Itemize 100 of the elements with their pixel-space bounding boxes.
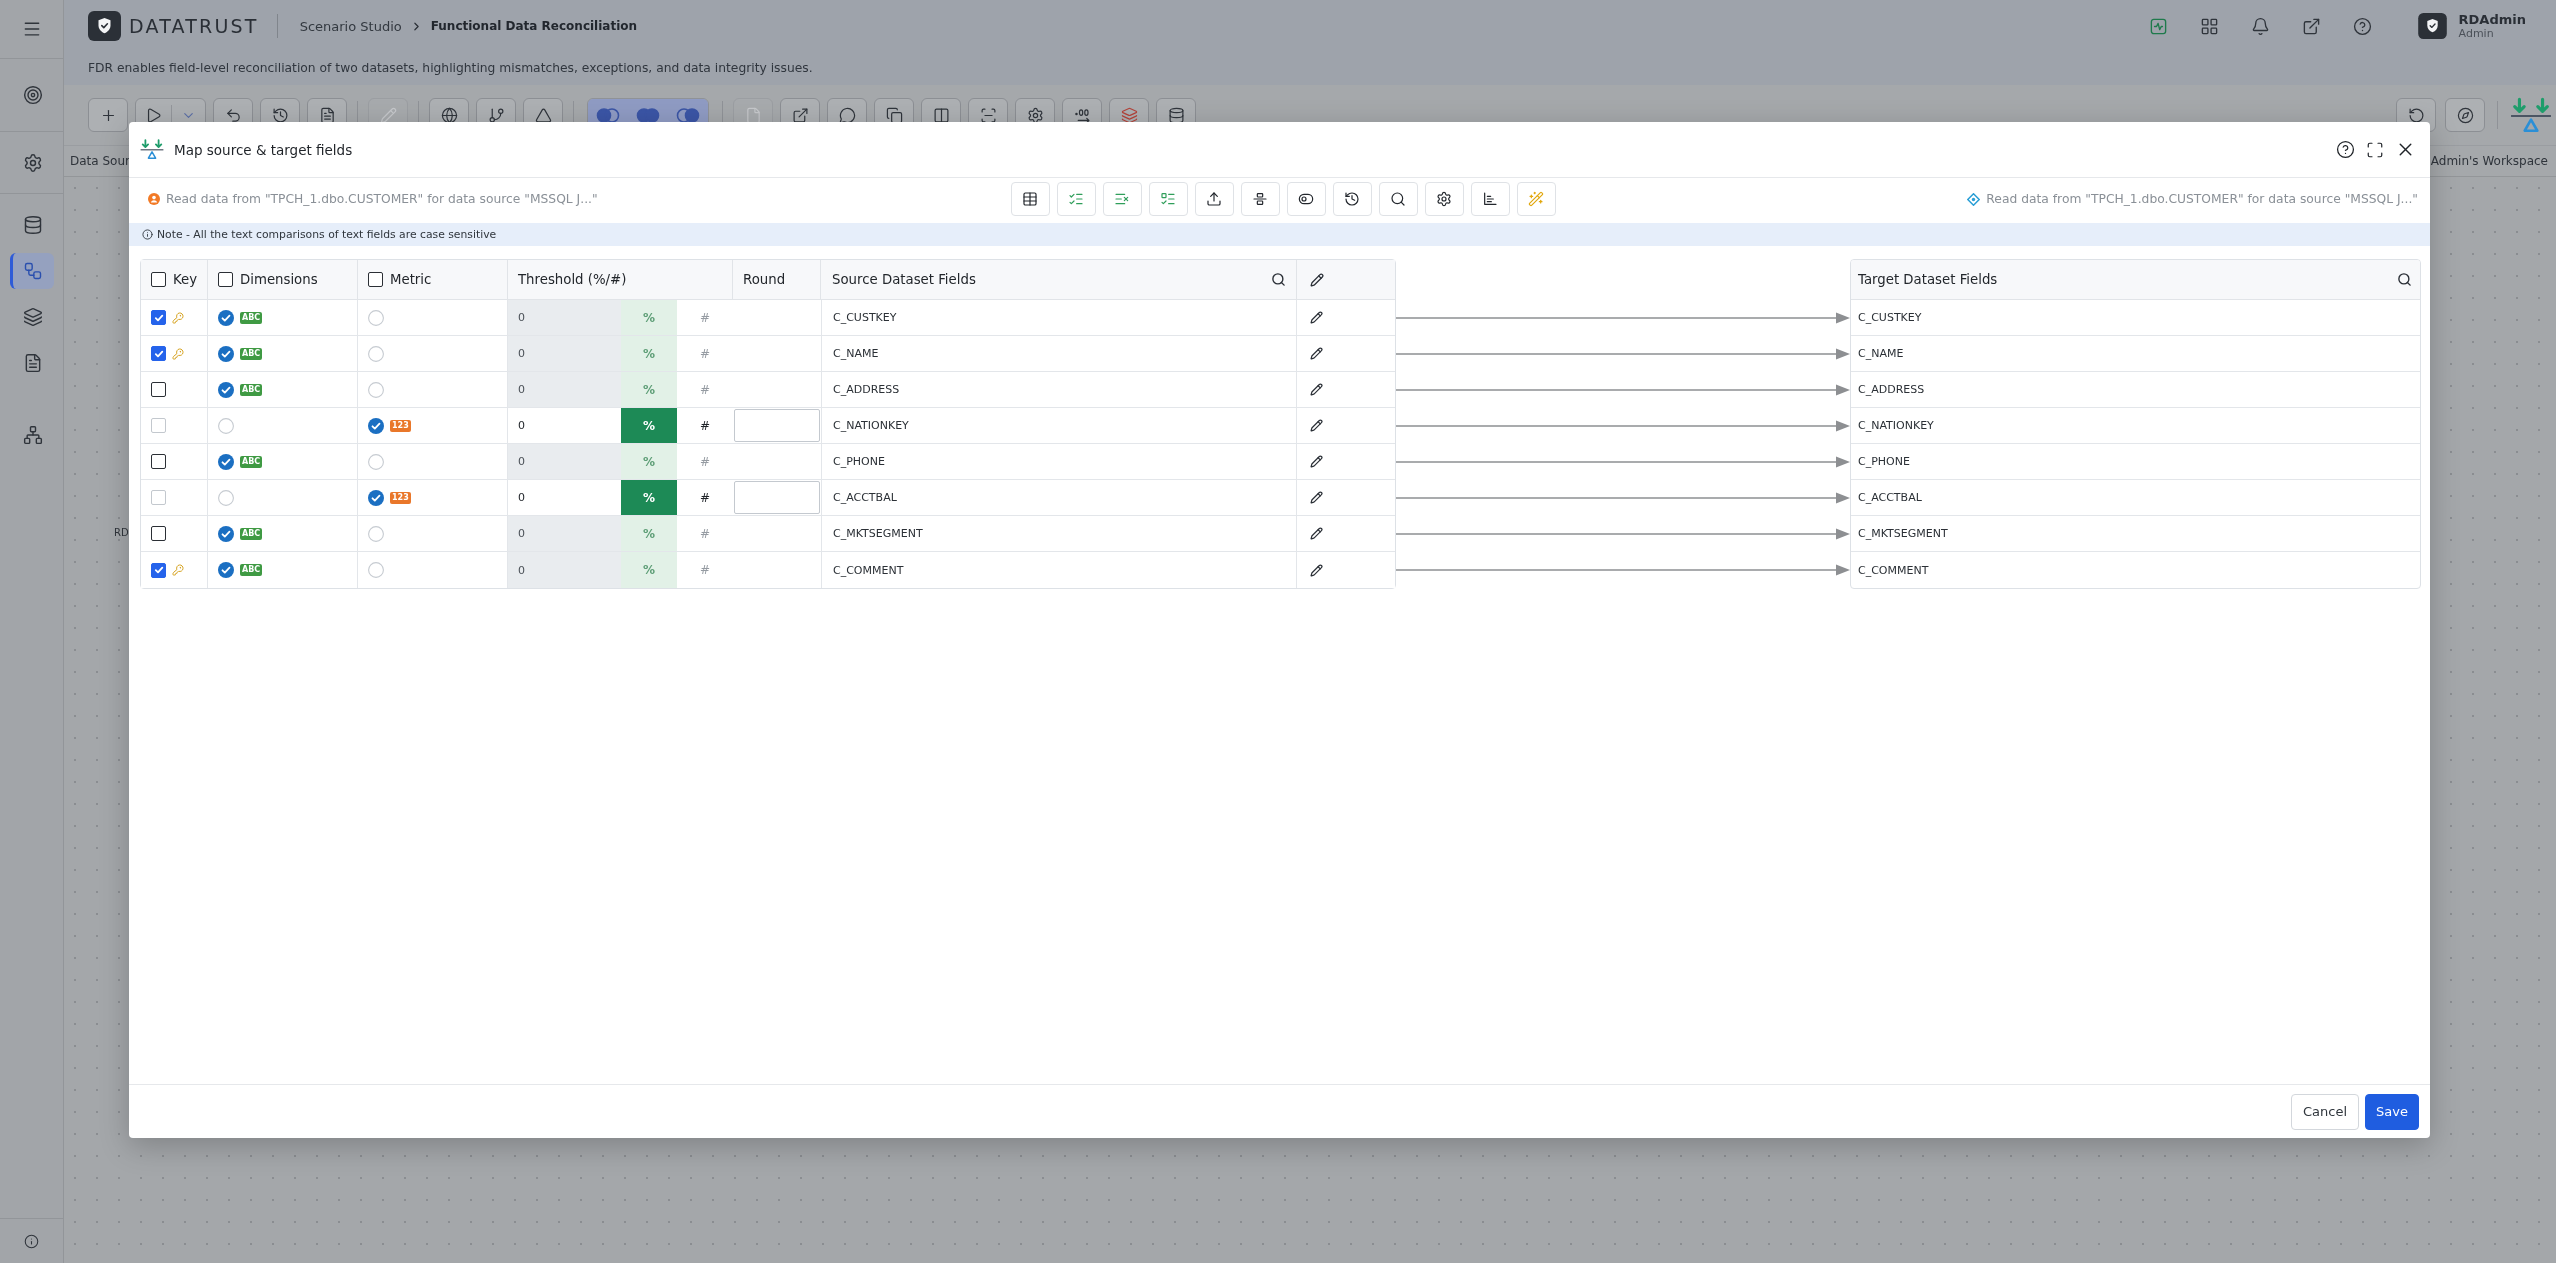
venn-icon — [676, 107, 700, 123]
edit-icon[interactable] — [1310, 563, 1323, 577]
target-field-name: C_ADDRESS — [1858, 383, 1925, 396]
check-circle[interactable] — [218, 345, 234, 362]
external-link-icon[interactable] — [2301, 16, 2321, 36]
edit-icon[interactable] — [1310, 311, 1323, 324]
expand-icon[interactable] — [2366, 140, 2384, 159]
external-link-icon — [791, 106, 809, 124]
check-circle[interactable] — [218, 309, 234, 326]
check-circle[interactable] — [368, 489, 384, 506]
bell-icon[interactable] — [2250, 16, 2270, 36]
tool-button[interactable] — [1332, 182, 1372, 216]
database-icon — [1167, 106, 1185, 124]
check-circle[interactable] — [368, 562, 384, 578]
edit-icon[interactable] — [1310, 491, 1323, 504]
layers-icon — [1120, 106, 1138, 124]
list-x-icon — [1114, 191, 1130, 207]
tool-button[interactable] — [1286, 182, 1326, 216]
source-field-name: C_ADDRESS — [833, 383, 900, 396]
edit-icon[interactable] — [1310, 419, 1323, 432]
column-header: Target Dataset Fields — [1858, 272, 1998, 287]
document-icon — [23, 353, 43, 373]
checkbox[interactable] — [151, 454, 166, 469]
check-circle[interactable] — [368, 309, 384, 326]
check-circle[interactable] — [218, 489, 234, 506]
comment-icon — [838, 106, 856, 124]
check-circle[interactable] — [218, 381, 234, 398]
source-field-name: C_COMMENT — [833, 563, 904, 577]
checkbox[interactable] — [151, 562, 166, 578]
checkbox[interactable] — [151, 346, 166, 361]
source-field-name: C_ACCTBAL — [833, 491, 897, 504]
checkbox[interactable] — [151, 382, 166, 397]
avatar-icon[interactable] — [2417, 13, 2447, 39]
checkbox[interactable] — [368, 272, 383, 287]
target-field-name: C_COMMENT — [1858, 563, 1929, 577]
toggle-icon — [1298, 191, 1314, 207]
grid-icon[interactable] — [2199, 16, 2219, 36]
venn-icon — [596, 107, 620, 123]
check-circle[interactable] — [218, 562, 234, 578]
target-field-name: C_CUSTKEY — [1858, 311, 1922, 324]
check-circle[interactable] — [368, 453, 384, 470]
tool-button[interactable] — [1424, 182, 1464, 216]
round-field[interactable] — [734, 481, 820, 514]
type-tag: 123 — [390, 491, 411, 504]
checkbox[interactable] — [151, 310, 166, 325]
check-circle[interactable] — [368, 345, 384, 362]
database-icon — [23, 215, 43, 235]
balance-icon — [140, 139, 164, 160]
target-info: Read data from "TPCH_1.dbo.CUSTOMER" for data source "MSSQL J..." — [1986, 192, 2418, 206]
check-circle[interactable] — [218, 525, 234, 542]
panel-title: Data Sour — [70, 154, 130, 168]
node-label: RD — [114, 527, 129, 538]
edit-icon[interactable] — [1310, 383, 1323, 396]
history-icon — [1344, 191, 1360, 207]
check-circle[interactable] — [368, 381, 384, 398]
round-field[interactable] — [734, 409, 820, 442]
column-header: Round — [743, 272, 786, 287]
compass-icon — [2456, 106, 2474, 124]
check-circle[interactable] — [218, 453, 234, 470]
check-circle[interactable] — [368, 417, 384, 434]
copy-icon — [885, 106, 903, 124]
tool-button[interactable] — [1470, 182, 1510, 216]
edit-icon[interactable] — [1310, 527, 1323, 540]
info-icon[interactable] — [24, 1233, 39, 1249]
user-role: Admin — [2458, 27, 2495, 41]
tool-button[interactable] — [1010, 182, 1050, 216]
column-header: Metric — [390, 272, 432, 287]
checkbox[interactable] — [151, 526, 166, 541]
column-header: Key — [173, 272, 198, 287]
settings-icon — [1436, 191, 1452, 207]
check-circle[interactable] — [368, 525, 384, 542]
page-description: FDR enables field-level reconciliation of two datasets, highlighting mismatches, exceptions, and data integrity issues. — [88, 60, 814, 77]
unit-toggle[interactable]: % — [621, 480, 677, 515]
checkbox[interactable] — [218, 272, 233, 287]
edit-icon[interactable] — [1310, 455, 1323, 468]
venn-icon — [636, 107, 660, 123]
type-tag: ABC — [240, 527, 263, 540]
breadcrumb-item[interactable]: Scenario Studio — [299, 18, 402, 34]
list-check-icon — [1068, 191, 1084, 207]
layers-icon — [23, 307, 43, 327]
tool-button[interactable] — [1378, 182, 1418, 216]
column-header: Source Dataset Fields — [832, 272, 976, 287]
file-icon — [744, 106, 762, 124]
diamond-icon — [1967, 192, 1981, 206]
key-icon — [172, 311, 184, 324]
check-circle[interactable] — [218, 417, 234, 434]
sidebar-item[interactable] — [9, 253, 54, 289]
unit-toggle[interactable]: % — [621, 408, 677, 443]
checkbox[interactable] — [151, 272, 166, 287]
help-icon[interactable] — [2336, 140, 2355, 159]
source-field-name: C_PHONE — [833, 455, 885, 468]
edit-icon[interactable] — [1310, 272, 1324, 287]
save-button[interactable]: Save — [2365, 1093, 2419, 1130]
cancel-button[interactable]: Cancel — [2291, 1093, 2360, 1130]
search-icon[interactable] — [1271, 272, 1286, 287]
type-tag: ABC — [240, 455, 263, 468]
edit-icon[interactable] — [1310, 347, 1323, 360]
search-icon[interactable] — [2397, 272, 2412, 287]
columns-icon — [932, 106, 950, 124]
balance-logo-icon[interactable] — [2510, 96, 2552, 134]
